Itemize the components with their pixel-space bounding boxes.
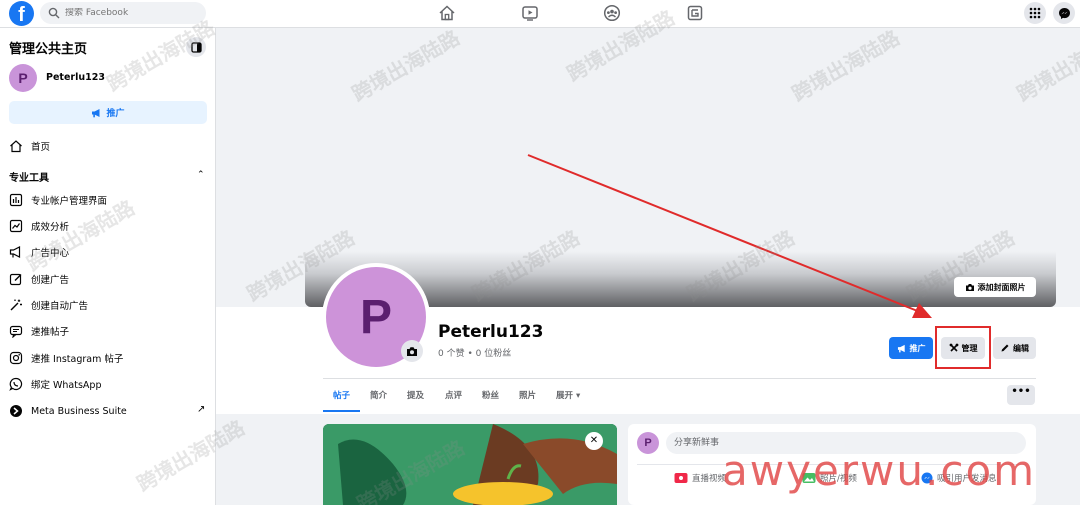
edit-icon bbox=[9, 273, 22, 286]
page-stats: 0 个赞 • 0 位粉丝 bbox=[438, 349, 512, 359]
sidebar-item-label: 广告中心 bbox=[31, 248, 70, 259]
more-options-button[interactable]: ••• bbox=[1007, 385, 1035, 405]
whatsapp-icon bbox=[9, 377, 23, 391]
home-icon[interactable] bbox=[438, 4, 456, 22]
sidebar-item-label: 专业帐户管理界面 bbox=[31, 196, 108, 207]
profile-divider bbox=[323, 378, 1036, 379]
update-profile-picture-button[interactable] bbox=[401, 340, 423, 362]
sidebar-item-label: 速推 Instagram 帖子 bbox=[31, 354, 124, 365]
megaphone-icon bbox=[92, 108, 100, 117]
collapse-sidebar-button[interactable] bbox=[186, 37, 206, 57]
sidebar-item-label: 速推帖子 bbox=[31, 327, 70, 338]
messenger-button[interactable] bbox=[1053, 2, 1075, 24]
active-tab-indicator bbox=[323, 410, 360, 412]
edit-label: 编辑 bbox=[1013, 343, 1029, 353]
live-video-button[interactable]: 直播视频 bbox=[674, 472, 726, 484]
sidebar-item-label: 成效分析 bbox=[31, 222, 70, 233]
url-watermark: awyerwu.com bbox=[722, 446, 1037, 495]
sidebar-item-home[interactable]: 首页 bbox=[9, 136, 50, 156]
camera-icon bbox=[965, 283, 974, 291]
search-icon bbox=[48, 7, 60, 19]
sidebar-toggle-icon bbox=[190, 41, 202, 53]
promo-card-illustration bbox=[323, 424, 617, 505]
sidebar-item-label: 创建自动广告 bbox=[31, 301, 89, 312]
pencil-icon bbox=[1001, 344, 1009, 352]
tab-followers[interactable]: 粉丝 bbox=[482, 389, 499, 401]
add-cover-photo-label: 添加封面照片 bbox=[977, 282, 1026, 292]
search-box[interactable] bbox=[40, 2, 206, 24]
manage-highlight-box bbox=[935, 326, 991, 369]
promote-button[interactable]: 推广 bbox=[889, 337, 933, 359]
external-link-icon[interactable]: ↗ bbox=[197, 404, 205, 415]
live-video-icon bbox=[674, 473, 688, 483]
tab-photos[interactable]: 照片 bbox=[519, 389, 536, 401]
sidebar-item-create-ad[interactable]: 创建广告 bbox=[9, 269, 69, 289]
page-name[interactable]: Peterlu123 bbox=[46, 72, 105, 83]
promote-label: 推广 bbox=[909, 343, 926, 353]
tab-more[interactable]: 展开 ▾ bbox=[556, 389, 580, 401]
instagram-icon bbox=[9, 351, 23, 365]
manage-page-sidebar: 管理公共主页 P Peterlu123 推广 首页 专业工具 ⌃ 专业帐户管理界… bbox=[0, 28, 216, 505]
sidebar-item-insights[interactable]: 成效分析 bbox=[9, 216, 69, 236]
gardening-illustration bbox=[323, 424, 617, 505]
top-navigation-bar: f bbox=[0, 0, 1080, 28]
grid-menu-icon bbox=[1029, 7, 1041, 19]
sidebar-item-boost-post[interactable]: 速推帖子 bbox=[9, 321, 69, 341]
page-title: Peterlu123 bbox=[438, 322, 544, 342]
sidebar-item-create-auto-ad[interactable]: 创建自动广告 bbox=[9, 295, 88, 315]
chevron-up-icon[interactable]: ⌃ bbox=[197, 170, 205, 180]
page-avatar[interactable]: P bbox=[9, 64, 37, 92]
sidebar-item-boost-instagram[interactable]: 速推 Instagram 帖子 bbox=[9, 348, 123, 368]
sidebar-promote-label: 推广 bbox=[106, 109, 125, 119]
sidebar-item-ad-center[interactable]: 广告中心 bbox=[9, 242, 69, 262]
edit-button[interactable]: 编辑 bbox=[993, 337, 1036, 359]
groups-icon[interactable] bbox=[603, 4, 621, 22]
home-outline-icon bbox=[10, 140, 22, 153]
megaphone-outline-icon bbox=[9, 246, 21, 258]
facebook-logo[interactable]: f bbox=[9, 1, 34, 26]
sidebar-item-label: 创建广告 bbox=[31, 275, 70, 286]
dashboard-icon bbox=[9, 193, 23, 207]
sidebar-item-label: Meta Business Suite bbox=[31, 405, 127, 417]
insights-icon bbox=[9, 219, 23, 233]
tab-mentions[interactable]: 提及 bbox=[407, 389, 424, 401]
search-input[interactable] bbox=[65, 8, 195, 18]
sidebar-title: 管理公共主页 bbox=[9, 42, 88, 57]
watch-icon[interactable] bbox=[521, 4, 539, 22]
gaming-icon[interactable] bbox=[686, 4, 704, 22]
megaphone-icon bbox=[897, 344, 905, 352]
sidebar-item-meta-business-suite[interactable]: Meta Business Suite bbox=[9, 401, 127, 421]
boost-post-icon bbox=[9, 325, 23, 338]
tab-about[interactable]: 简介 bbox=[370, 389, 387, 401]
sidebar-promote-button[interactable]: 推广 bbox=[9, 101, 207, 124]
camera-icon bbox=[407, 346, 417, 356]
add-cover-photo-button[interactable]: 添加封面照片 bbox=[954, 277, 1036, 297]
tab-reviews[interactable]: 点评 bbox=[445, 389, 462, 401]
sidebar-item-label: 绑定 WhatsApp bbox=[31, 380, 102, 391]
menu-button[interactable] bbox=[1024, 2, 1046, 24]
sidebar-item-label: 首页 bbox=[31, 142, 51, 153]
messenger-icon bbox=[1058, 7, 1070, 19]
close-icon[interactable]: ✕ bbox=[585, 432, 603, 450]
cover-photo-area bbox=[305, 28, 1056, 307]
meta-business-icon bbox=[10, 405, 22, 417]
sidebar-section-title: 专业工具 bbox=[9, 173, 49, 184]
magic-wand-icon bbox=[10, 299, 22, 311]
sidebar-item-whatsapp[interactable]: 绑定 WhatsApp bbox=[9, 374, 102, 394]
tab-posts[interactable]: 帖子 bbox=[333, 389, 350, 401]
live-video-label: 直播视频 bbox=[692, 474, 727, 484]
sidebar-item-dashboard[interactable]: 专业帐户管理界面 bbox=[9, 190, 107, 210]
composer-avatar[interactable]: P bbox=[637, 432, 659, 454]
